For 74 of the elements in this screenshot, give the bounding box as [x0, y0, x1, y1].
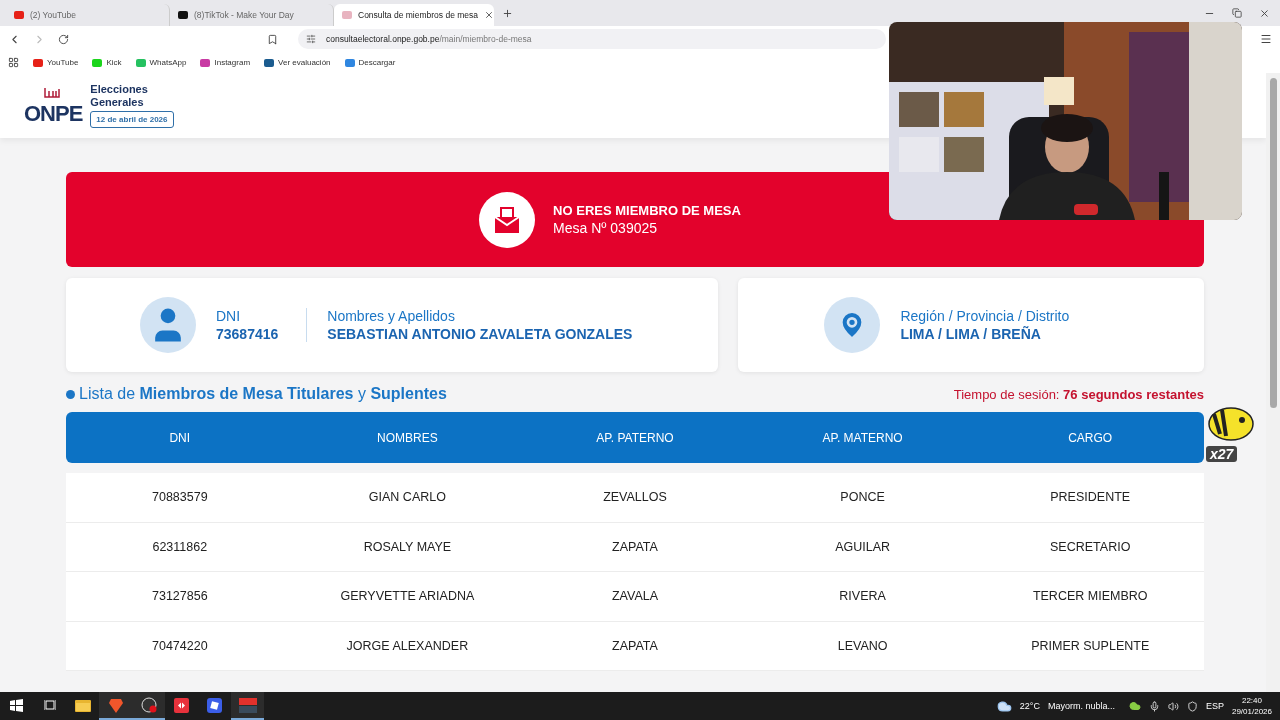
- table-cell-text: JORGE ALEXANDER: [345, 638, 470, 653]
- result-title: NO ERES MIEMBRO DE MESA: [553, 203, 741, 218]
- clock[interactable]: 22:40 29/01/2026: [1231, 695, 1272, 717]
- table-cell-text: RIVERA: [838, 589, 887, 604]
- tab-favicon: [178, 11, 188, 19]
- bookmark-item[interactable]: Ver evaluación: [264, 58, 331, 67]
- record-app-icon[interactable]: [132, 692, 165, 720]
- name-value: SEBASTIAN ANTONIO ZAVALETA GONZALES: [327, 326, 633, 342]
- mesa-number: Mesa Nº 039025: [553, 220, 659, 236]
- weather-text: Mayorm. nubla...: [1047, 701, 1115, 711]
- user-icon: [140, 297, 196, 353]
- field-label: Nombres y Apellidos: [327, 308, 456, 324]
- reload-icon[interactable]: [58, 33, 69, 45]
- field-label: Región / Provincia / Distrito: [900, 308, 1070, 324]
- location-value: LIMA / LIMA / BREÑA: [900, 326, 1042, 342]
- tab-favicon: [14, 11, 24, 19]
- event-title: Generales: [90, 96, 145, 109]
- shield-icon[interactable]: [1186, 700, 1198, 712]
- field-label: DNI: [216, 308, 242, 324]
- menu-icon[interactable]: [1260, 33, 1272, 45]
- cloud-icon[interactable]: [1128, 700, 1141, 712]
- table-cell-text: 70474220: [151, 638, 209, 653]
- restore-icon[interactable]: [1232, 7, 1242, 19]
- column-header: NOMBRES: [376, 430, 439, 445]
- volume-icon[interactable]: [1167, 700, 1179, 712]
- table-cell-text: GIAN CARLO: [367, 490, 447, 505]
- tab-favicon: [342, 11, 352, 19]
- list-title: Lista de Miembros de Mesa Titulares y Suplentes: [79, 385, 447, 403]
- bookmark-item[interactable]: Kick: [92, 58, 122, 67]
- apps-icon[interactable]: [8, 57, 19, 68]
- table-cell-text: ZAPATA: [611, 638, 659, 653]
- table-cell-text: 70883579: [151, 490, 209, 505]
- column-header: AP. PATERNO: [595, 430, 675, 445]
- lion-app-icon[interactable]: [99, 692, 132, 720]
- weather-icon: [996, 698, 1012, 714]
- language-indicator[interactable]: ESP: [1205, 701, 1224, 711]
- table-cell-text: PRESIDENTE: [1049, 490, 1132, 505]
- scrollbar-thumb[interactable]: [1269, 78, 1277, 408]
- onpe-logo: ONPE: [24, 86, 83, 125]
- bullet-icon: [66, 389, 75, 399]
- table-cell-text: 62311862: [151, 539, 209, 554]
- table-cell-text: ROSALY MAYE: [362, 539, 453, 554]
- table-cell-text: PRIMER SUPLENTE: [1030, 638, 1151, 653]
- table-cell-text: ZAPATA: [611, 539, 659, 554]
- microphone-icon[interactable]: [1148, 700, 1160, 712]
- bookmark-item[interactable]: YouTube: [33, 58, 79, 67]
- close-icon[interactable]: [484, 10, 494, 20]
- new-tab-icon[interactable]: [502, 7, 513, 19]
- column-header: AP. MATERNO: [821, 430, 904, 445]
- temperature: 22°C: [1019, 701, 1040, 711]
- bookmark-icon[interactable]: [267, 33, 278, 45]
- bookmark-item[interactable]: WhatsApp: [135, 58, 187, 67]
- table-cell-text: TERCER MIEMBRO: [1031, 589, 1149, 604]
- table-cell-text: LEVANO: [836, 638, 889, 653]
- address-bar[interactable]: consultaelectoral.onpe.gob.pe/main/miembro-de-mesa: [298, 29, 886, 49]
- bookmark-item[interactable]: Instagram: [200, 58, 251, 67]
- browser-tab[interactable]: Consulta de miembros de mesa: [334, 4, 494, 26]
- dni-value: 73687416: [216, 326, 279, 342]
- close-icon[interactable]: [1259, 7, 1270, 19]
- table-cell-text: SECRETARIO: [1049, 539, 1132, 554]
- bookmark-item[interactable]: Descargar: [344, 58, 396, 67]
- table-cell-text: 73127856: [151, 589, 209, 604]
- table-cell-text: ZEVALLOS: [602, 490, 668, 505]
- session-timer: Tiempo de sesión: 76 segundos restantes: [953, 386, 1204, 402]
- table-cell-text: ZAVALA: [610, 589, 660, 604]
- table-cell-text: PONCE: [839, 490, 886, 505]
- table-cell-text: AGUILAR: [834, 539, 892, 554]
- event-title: Elecciones: [90, 83, 149, 96]
- date-tag: 12 de abril de 2026: [90, 111, 174, 128]
- column-header: DNI: [168, 430, 192, 445]
- bee-sticker: x27: [1198, 402, 1256, 464]
- column-header: CARGO: [1067, 430, 1114, 445]
- mixer-app-icon[interactable]: [231, 692, 264, 720]
- table-cell-text: GERYVETTE ARIADNA: [339, 589, 476, 604]
